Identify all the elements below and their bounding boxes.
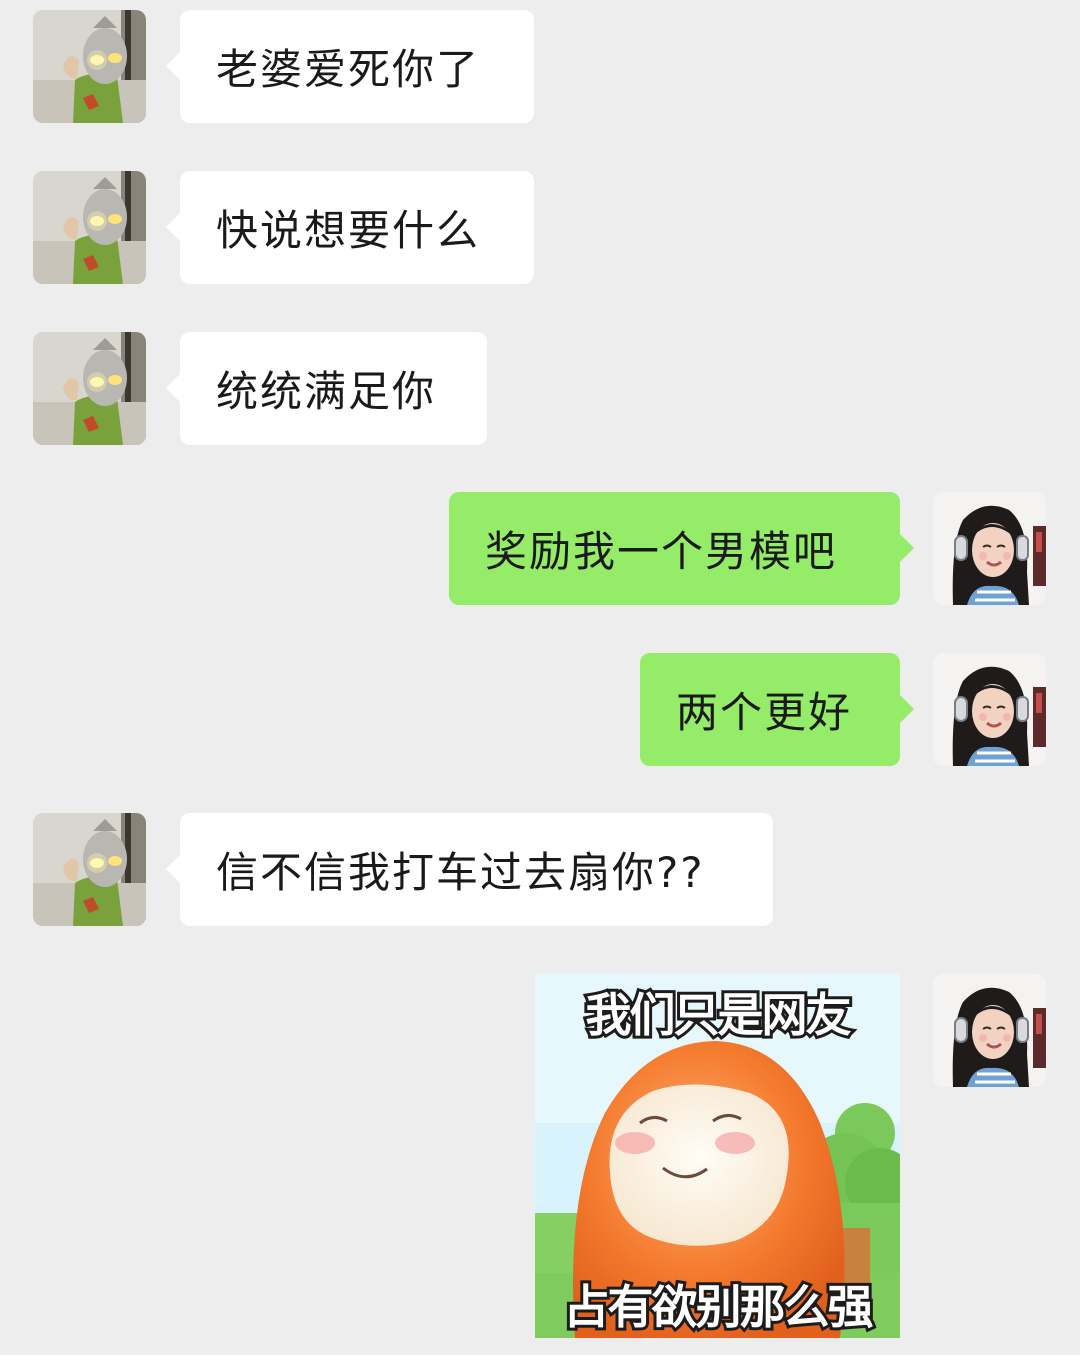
sticker-caption-bottom: 占有欲别那么强 xyxy=(561,1277,877,1337)
self-avatar[interactable] xyxy=(933,974,1046,1087)
message-row-incoming: 老婆爱死你了 xyxy=(0,10,1080,123)
ultraman-avatar-icon xyxy=(33,813,146,926)
message-row-incoming: 统统满足你 xyxy=(0,332,1080,445)
contact-avatar[interactable] xyxy=(33,171,146,284)
message-row-outgoing: 两个更好 xyxy=(0,653,1080,766)
girl-headphones-avatar-icon xyxy=(933,974,1046,1087)
message-text: 快说想要什么 xyxy=(216,206,481,255)
self-avatar[interactable] xyxy=(933,653,1046,766)
contact-avatar[interactable] xyxy=(33,10,146,123)
message-text: 信不信我打车过去扇你?? xyxy=(216,848,705,897)
message-text: 两个更好 xyxy=(676,688,853,737)
ultraman-avatar-icon xyxy=(33,10,146,123)
sticker-message[interactable]: 我们只是网友 占有欲别那么强 xyxy=(535,973,900,1338)
girl-headphones-avatar-icon xyxy=(933,492,1046,605)
message-text: 奖励我一个男模吧 xyxy=(485,527,838,576)
contact-avatar[interactable] xyxy=(33,813,146,926)
girl-headphones-avatar-icon xyxy=(933,653,1046,766)
message-row-incoming: 快说想要什么 xyxy=(0,171,1080,284)
ultraman-avatar-icon xyxy=(33,332,146,445)
message-bubble[interactable]: 奖励我一个男模吧 xyxy=(449,492,914,605)
message-text: 老婆爱死你了 xyxy=(216,45,481,94)
message-bubble[interactable]: 两个更好 xyxy=(640,653,914,766)
ultraman-avatar-icon xyxy=(33,171,146,284)
sticker-caption-top: 我们只是网友 xyxy=(583,985,855,1045)
message-row-outgoing: 奖励我一个男模吧 xyxy=(0,492,1080,605)
message-row-incoming: 信不信我打车过去扇你?? xyxy=(0,813,1080,926)
message-bubble[interactable]: 老婆爱死你了 xyxy=(166,10,534,123)
contact-avatar[interactable] xyxy=(33,332,146,445)
message-bubble[interactable]: 统统满足你 xyxy=(166,332,487,445)
message-bubble[interactable]: 信不信我打车过去扇你?? xyxy=(166,813,773,926)
self-avatar[interactable] xyxy=(933,492,1046,605)
message-text: 统统满足你 xyxy=(216,367,437,416)
message-bubble[interactable]: 快说想要什么 xyxy=(166,171,534,284)
